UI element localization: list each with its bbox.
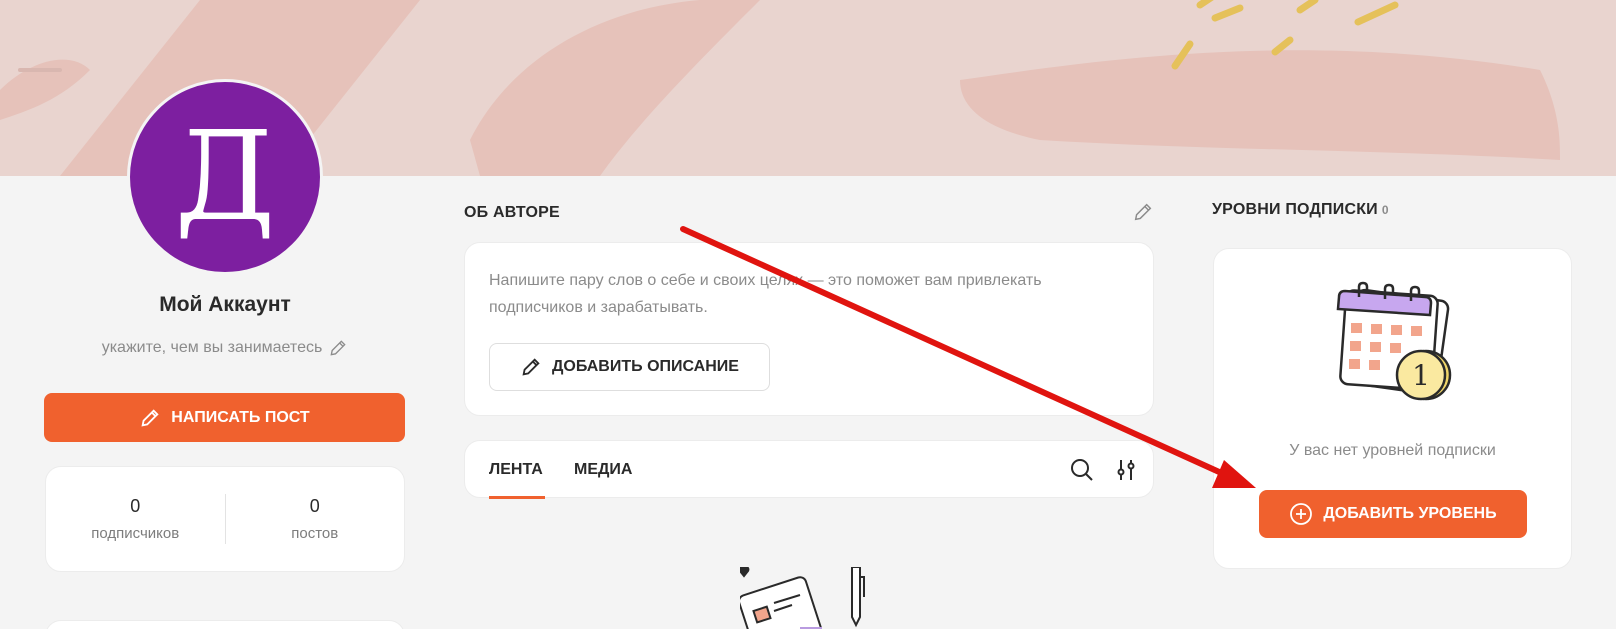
tiers-title-label: УРОВНИ ПОДПИСКИ	[1212, 201, 1378, 218]
about-title: ОБ АВТОРЕ	[464, 204, 560, 221]
stats-card: 0 подписчиков 0 постов	[45, 466, 405, 572]
no-tiers-text: У вас нет уровней подписки	[1289, 442, 1496, 459]
left-bottom-card	[45, 620, 405, 629]
stat-subscribers[interactable]: 0 подписчиков	[46, 496, 225, 542]
calendar-illustration: 1	[1336, 281, 1452, 401]
add-description-button[interactable]: ДОБАВИТЬ ОПИСАНИЕ	[489, 343, 770, 391]
feed-illustration	[740, 567, 865, 629]
tab-feed[interactable]: ЛЕНТА	[489, 461, 543, 479]
write-post-label: НАПИСАТЬ ПОСТ	[171, 408, 310, 426]
stat-value: 0	[309, 496, 320, 516]
profile-name: Мой Аккаунт	[159, 293, 291, 316]
plus-circle-icon	[1290, 503, 1313, 525]
pencil-icon[interactable]	[1132, 201, 1154, 223]
active-tab-indicator	[489, 496, 545, 499]
occupation-placeholder: укажите, чем вы занимаетесь	[101, 339, 323, 356]
add-description-label: ДОБАВИТЬ ОПИСАНИЕ	[552, 358, 739, 375]
write-post-button[interactable]: НАПИСАТЬ ПОСТ	[44, 393, 405, 442]
pencil-icon[interactable]	[328, 338, 348, 358]
pencil-icon	[141, 408, 159, 427]
stat-value: 0	[130, 496, 141, 516]
tiers-title: УРОВНИ ПОДПИСКИ 0	[1212, 201, 1389, 219]
pencil-icon	[522, 358, 540, 376]
about-hint-text: Напишите пару слов о себе и своих целях …	[489, 272, 1042, 316]
tiers-count: 0	[1381, 203, 1389, 217]
avatar[interactable]: Д	[127, 79, 323, 275]
search-icon[interactable]	[1069, 457, 1095, 483]
stat-posts[interactable]: 0 постов	[226, 496, 405, 542]
stat-label: подписчиков	[91, 525, 180, 542]
about-card: Напишите пару слов о себе и своих целях …	[464, 242, 1154, 416]
occupation-field[interactable]: укажите, чем вы занимаетесь	[44, 338, 406, 358]
add-tier-button[interactable]: ДОБАВИТЬ УРОВЕНЬ	[1259, 490, 1527, 538]
avatar-letter: Д	[174, 105, 276, 249]
feed-tabs-bar: ЛЕНТА МЕДИА	[464, 440, 1154, 499]
calendar-badge-number: 1	[1412, 359, 1430, 392]
filter-icon[interactable]	[1113, 457, 1139, 483]
tab-media[interactable]: МЕДИА	[574, 461, 632, 479]
add-tier-label: ДОБАВИТЬ УРОВЕНЬ	[1323, 505, 1497, 522]
stat-label: постов	[291, 525, 339, 542]
